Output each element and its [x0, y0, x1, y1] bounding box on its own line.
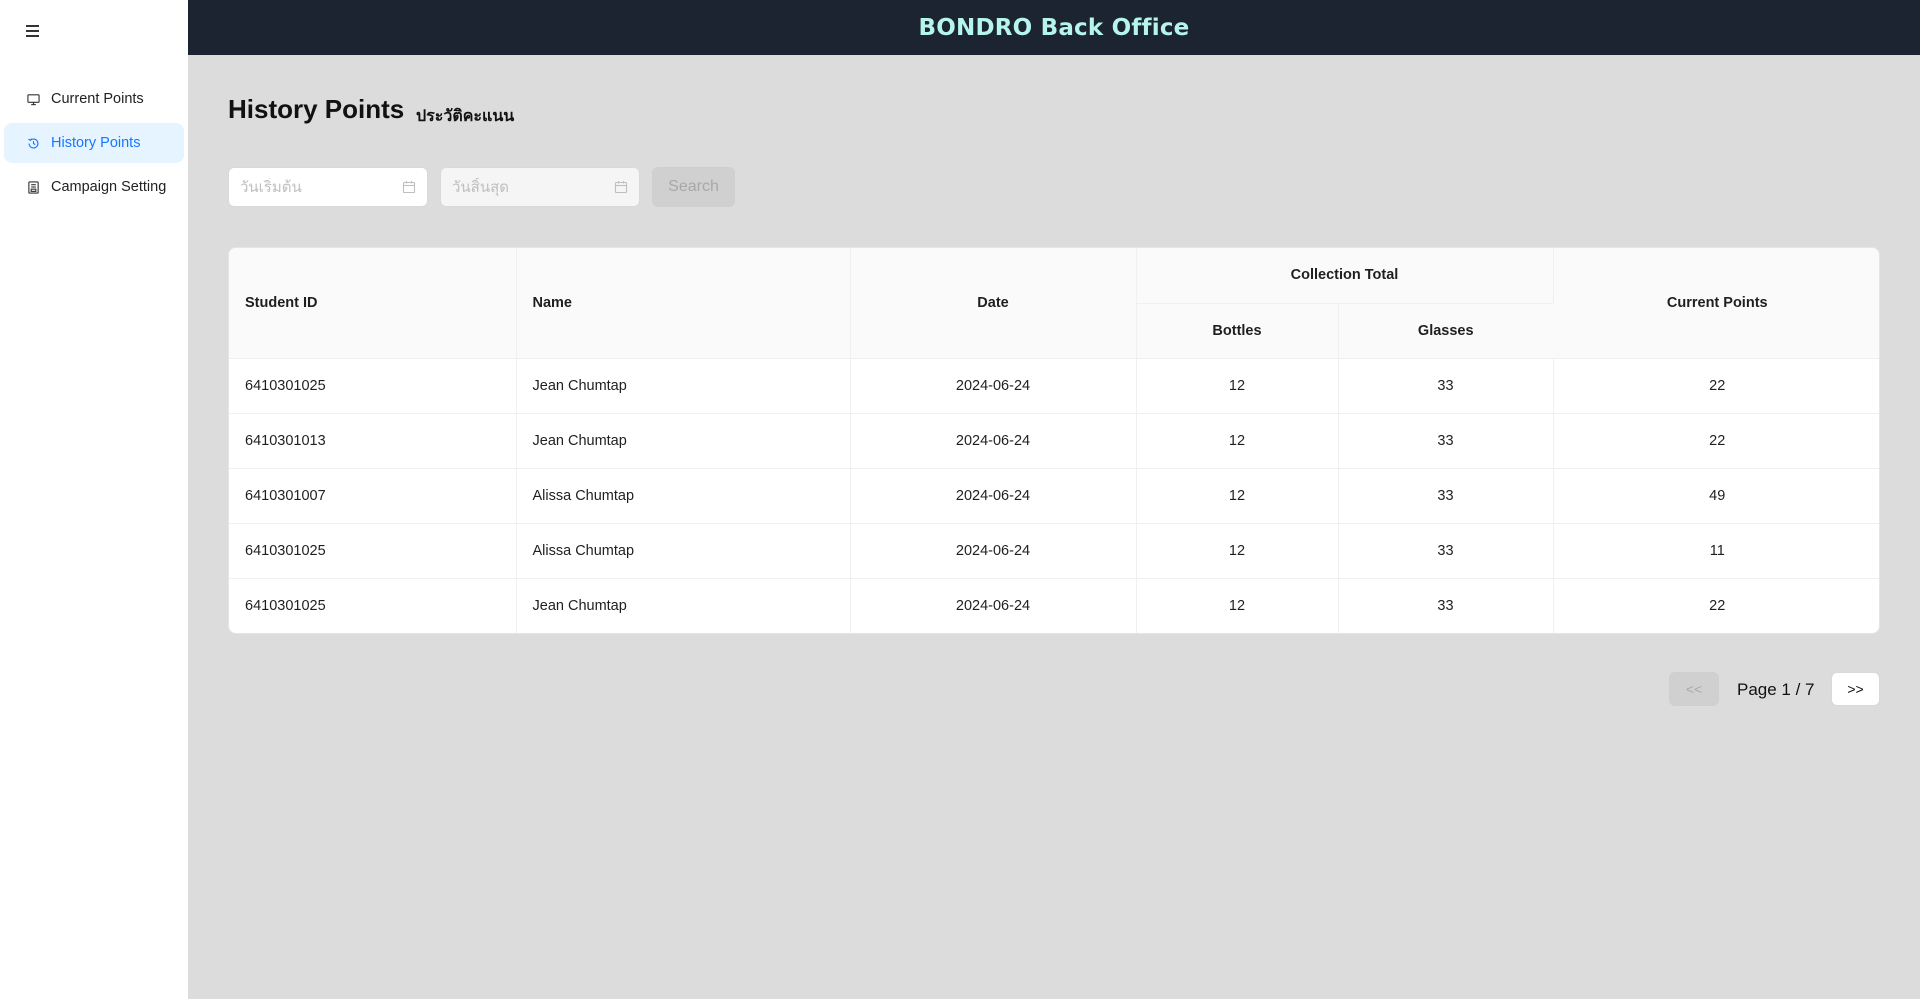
table-row: 6410301025 Jean Chumtap 2024-06-24 12 33…	[229, 578, 1879, 633]
column-header-bottles: Bottles	[1136, 303, 1339, 359]
cell-name: Alissa Chumtap	[516, 468, 851, 524]
app-title: BONDRO Back Office	[918, 14, 1190, 41]
sidebar-nav: Current Points History Points Campaign S…	[4, 79, 184, 211]
document-icon	[27, 180, 40, 194]
cell-current-points: 22	[1709, 597, 1726, 614]
end-date-picker[interactable]	[440, 167, 640, 207]
table-row: 6410301013 Jean Chumtap 2024-06-24 12 33…	[229, 413, 1879, 469]
cell-bottles: 12	[1136, 468, 1339, 524]
hamburger-menu-icon[interactable]	[26, 25, 42, 41]
cell-student-id: 6410301007	[229, 468, 517, 524]
start-date-picker[interactable]	[228, 167, 428, 207]
search-button[interactable]: Search	[652, 167, 735, 207]
cell-glasses: 33	[1338, 468, 1554, 524]
cell-current-points: 22	[1553, 413, 1879, 469]
cell-student-id: 6410301025	[229, 578, 517, 633]
cell-bottles: 12	[1136, 358, 1339, 414]
cell-glasses: 33	[1338, 523, 1554, 579]
sidebar-item-label: Campaign Setting	[51, 179, 167, 195]
end-date-input[interactable]	[452, 178, 614, 196]
next-page-button[interactable]: >>	[1831, 672, 1880, 706]
column-header-current-points: Current Points	[1553, 248, 1879, 359]
table-row: 6410301025 Jean Chumtap 2024-06-24 12 33…	[229, 358, 1879, 414]
cell-bottles: 12	[1136, 523, 1339, 579]
table-row: 6410301007 Alissa Chumtap 2024-06-24 12 …	[229, 468, 1879, 524]
sidebar-item-label: Current Points	[51, 91, 144, 107]
cell-name: Jean Chumtap	[516, 578, 851, 633]
cell-date: 2024-06-24	[850, 468, 1137, 524]
previous-page-button[interactable]: <<	[1669, 672, 1719, 706]
sidebar-item-campaign-setting[interactable]: Campaign Setting	[4, 167, 184, 207]
cell-bottles: 12	[1136, 413, 1339, 469]
cell-student-id: 6410301013	[229, 413, 517, 469]
top-header: BONDRO Back Office	[188, 0, 1920, 55]
column-header-glasses: Glasses	[1338, 303, 1553, 359]
calendar-icon	[402, 180, 416, 194]
calendar-icon	[614, 180, 628, 194]
table-row: 6410301025 Alissa Chumtap 2024-06-24 12 …	[229, 523, 1879, 579]
cell-current-points: 22	[1553, 358, 1879, 414]
sidebar-item-history-points[interactable]: History Points	[4, 123, 184, 163]
desktop-icon	[27, 93, 40, 106]
cell-date: 2024-06-24	[850, 358, 1137, 414]
page-indicator: Page 1 / 7	[1737, 680, 1815, 699]
column-header-collection-total: Collection Total	[1136, 248, 1554, 304]
cell-current-points: 49	[1553, 468, 1879, 524]
cell-student-id: 6410301025	[229, 358, 517, 414]
page-title: History Points	[228, 94, 405, 124]
cell-current-points: 11	[1553, 523, 1879, 579]
column-header-name: Name	[516, 248, 851, 359]
cell-date: 2024-06-24	[850, 578, 1137, 633]
sidebar: Current Points History Points Campaign S…	[0, 0, 188, 999]
column-header-date: Date	[850, 248, 1137, 359]
cell-bottles: 12	[1136, 578, 1339, 633]
sidebar-item-label: History Points	[51, 135, 141, 151]
start-date-input[interactable]	[240, 178, 402, 196]
cell-date: 2024-06-24	[850, 413, 1137, 469]
cell-student-id: 6410301025	[229, 523, 517, 579]
cell-glasses: 33	[1338, 578, 1554, 633]
history-table: Student ID Name Date Collection Total Cu…	[228, 247, 1880, 634]
page-subtitle: ประวัติคะแนน	[416, 106, 515, 125]
cell-date: 2024-06-24	[850, 523, 1137, 579]
column-header-student-id: Student ID	[229, 248, 517, 359]
cell-glasses: 33	[1338, 413, 1554, 469]
cell-name: Jean Chumtap	[516, 358, 851, 414]
cell-glasses: 33	[1338, 358, 1554, 414]
sidebar-item-current-points[interactable]: Current Points	[4, 79, 184, 119]
history-icon	[27, 137, 40, 150]
cell-name: Alissa Chumtap	[516, 523, 851, 579]
cell-name: Jean Chumtap	[516, 413, 851, 469]
